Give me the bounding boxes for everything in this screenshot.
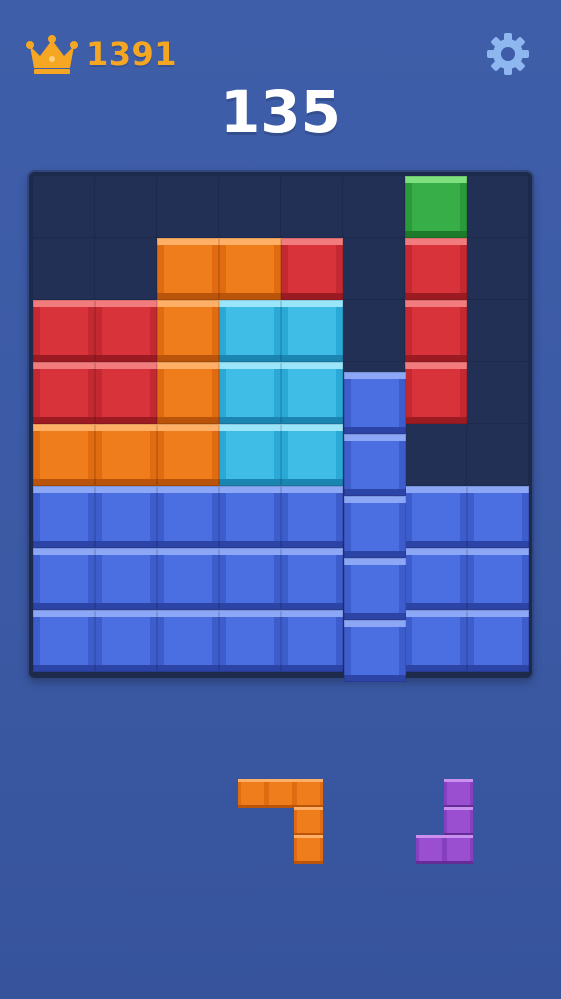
tray-block-orange[interactable] [238, 779, 267, 808]
board-block-red[interactable] [281, 238, 343, 300]
board-block-cyan[interactable] [219, 300, 281, 362]
tray-block-purple[interactable] [416, 835, 445, 864]
board-empty-cell[interactable] [467, 176, 528, 237]
board-block-blue[interactable] [157, 610, 219, 672]
board-block-blue[interactable] [95, 486, 157, 548]
board-block-green[interactable] [405, 176, 467, 238]
crown-icon [26, 35, 78, 74]
dragging-piece-block[interactable] [344, 372, 406, 434]
board-block-blue[interactable] [467, 486, 529, 548]
board-block-blue[interactable] [405, 610, 467, 672]
board-block-blue[interactable] [33, 610, 95, 672]
board-block-orange[interactable] [157, 300, 219, 362]
board-block-blue[interactable] [467, 548, 529, 610]
board-empty-cell[interactable] [405, 424, 466, 485]
board-block-orange[interactable] [33, 424, 95, 486]
board-block-red[interactable] [33, 300, 95, 362]
current-score: 135 [219, 78, 342, 146]
tray-block-orange[interactable] [294, 835, 323, 864]
board-block-blue[interactable] [95, 548, 157, 610]
board-block-cyan[interactable] [281, 300, 343, 362]
gear-icon[interactable] [484, 30, 532, 78]
board-empty-cell[interactable] [467, 362, 528, 423]
tray-block-purple[interactable] [444, 779, 473, 808]
board-block-orange[interactable] [157, 424, 219, 486]
board-block-blue[interactable] [281, 486, 343, 548]
board-empty-cell[interactable] [281, 176, 342, 237]
board-empty-cell[interactable] [343, 176, 404, 237]
dragging-piece-block[interactable] [344, 558, 406, 620]
tray-block-orange[interactable] [294, 807, 323, 836]
tray-block-purple[interactable] [444, 835, 473, 864]
tray-block-orange[interactable] [294, 779, 323, 808]
board-block-red[interactable] [405, 362, 467, 424]
board-block-blue[interactable] [281, 610, 343, 672]
board-block-cyan[interactable] [281, 362, 343, 424]
board-empty-cell[interactable] [33, 238, 94, 299]
board-block-blue[interactable] [33, 548, 95, 610]
board-block-red[interactable] [405, 300, 467, 362]
tray-block-orange[interactable] [266, 779, 295, 808]
board-block-orange[interactable] [95, 424, 157, 486]
board-block-blue[interactable] [157, 548, 219, 610]
board-block-blue[interactable] [219, 610, 281, 672]
board-empty-cell[interactable] [95, 176, 156, 237]
board-block-blue[interactable] [405, 548, 467, 610]
board-block-blue[interactable] [157, 486, 219, 548]
board-block-red[interactable] [95, 300, 157, 362]
dragging-piece-block[interactable] [344, 620, 406, 682]
board-block-blue[interactable] [405, 486, 467, 548]
board-block-red[interactable] [405, 238, 467, 300]
board-block-red[interactable] [33, 362, 95, 424]
best-score-display: 1391 [24, 32, 177, 76]
board-block-cyan[interactable] [219, 362, 281, 424]
board-empty-cell[interactable] [467, 238, 528, 299]
board-empty-cell[interactable] [467, 424, 528, 485]
board-empty-cell[interactable] [343, 238, 404, 299]
board-block-blue[interactable] [33, 486, 95, 548]
board-block-orange[interactable] [219, 238, 281, 300]
board-empty-cell[interactable] [467, 300, 528, 361]
best-score-value: 1391 [86, 35, 178, 73]
board-block-orange[interactable] [157, 362, 219, 424]
board-block-orange[interactable] [157, 238, 219, 300]
board-block-red[interactable] [95, 362, 157, 424]
board-block-blue[interactable] [95, 610, 157, 672]
board-empty-cell[interactable] [95, 238, 156, 299]
board-empty-cell[interactable] [343, 300, 404, 361]
dragging-piece-block[interactable] [344, 434, 406, 496]
dragging-piece-block[interactable] [344, 496, 406, 558]
board-block-blue[interactable] [219, 486, 281, 548]
tray-block-purple[interactable] [444, 807, 473, 836]
board-block-blue[interactable] [467, 610, 529, 672]
board-block-blue[interactable] [281, 548, 343, 610]
board-block-cyan[interactable] [281, 424, 343, 486]
board-block-blue[interactable] [219, 548, 281, 610]
game-board[interactable] [29, 172, 532, 682]
board-empty-cell[interactable] [33, 176, 94, 237]
board-empty-cell[interactable] [219, 176, 280, 237]
board-block-cyan[interactable] [219, 424, 281, 486]
board-empty-cell[interactable] [157, 176, 218, 237]
